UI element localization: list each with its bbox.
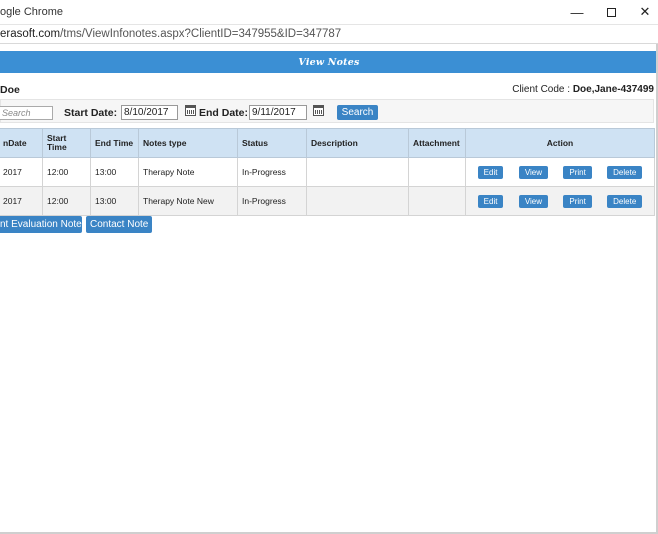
delete-button[interactable]: Delete — [607, 194, 643, 208]
edit-button[interactable]: Edit — [477, 194, 504, 208]
add-evaluation-note-button[interactable]: nt Evaluation Note — [0, 216, 82, 233]
url-host: erasoft.com — [0, 28, 61, 40]
view-button[interactable]: View — [518, 194, 549, 208]
client-name: Doe — [0, 84, 20, 96]
search-button[interactable]: Search — [337, 105, 378, 120]
client-code: Client Code : Doe,Jane-437499 — [512, 84, 654, 95]
start-date-field[interactable]: 8/10/2017 — [121, 105, 178, 120]
address-bar[interactable]: erasoft.com/tms/ViewInfonotes.aspx?Clien… — [0, 24, 658, 44]
cell-description — [306, 186, 409, 216]
search-input[interactable]: Search — [0, 106, 53, 120]
calendar-icon[interactable] — [185, 105, 196, 116]
client-code-label: Client Code : — [512, 84, 571, 95]
delete-button[interactable]: Delete — [607, 165, 643, 179]
add-contact-note-button[interactable]: Contact Note — [86, 216, 153, 233]
cell-date: 2017 — [0, 157, 43, 187]
cell-notes-type: Therapy Note New — [138, 186, 238, 216]
page-header: View Notes — [0, 51, 658, 73]
column-header-status[interactable]: Status — [237, 128, 307, 158]
cell-attachment — [408, 157, 466, 187]
page-title: View Notes — [298, 56, 360, 68]
end-date-field[interactable]: 9/11/2017 — [249, 105, 307, 120]
edit-button[interactable]: Edit — [477, 165, 504, 179]
end-date-label: End Date: — [199, 107, 249, 119]
notes-table: nDate Start Time End Time Notes type Sta… — [0, 128, 655, 216]
cell-end-time: 13:00 — [90, 157, 139, 187]
column-header-notes-type[interactable]: Notes type — [138, 128, 238, 158]
print-button[interactable]: Print — [563, 165, 592, 179]
url-path: /tms/ViewInfonotes.aspx?ClientID=347955&… — [60, 28, 342, 40]
close-icon[interactable]: ✕ — [628, 0, 658, 24]
filter-bar: Search Start Date: 8/10/2017 End Date: 9… — [0, 99, 654, 123]
table-header-row: nDate Start Time End Time Notes type Sta… — [0, 128, 655, 158]
window-title: ogle Chrome — [0, 6, 63, 18]
calendar-icon[interactable] — [313, 105, 324, 116]
start-date-label: Start Date: — [64, 107, 118, 119]
cell-notes-type: Therapy Note — [138, 157, 238, 187]
cell-description — [306, 157, 409, 187]
client-code-value: Doe,Jane-437499 — [572, 84, 654, 95]
cell-end-time: 13:00 — [90, 186, 139, 216]
cell-status: In-Progress — [237, 186, 307, 216]
column-header-start-time[interactable]: Start Time — [42, 128, 91, 158]
window-titlebar: ogle Chrome — ✕ — [0, 0, 658, 24]
column-header-attachment[interactable]: Attachment — [408, 128, 466, 158]
column-header-date[interactable]: nDate — [0, 128, 43, 158]
cell-actions: Edit View Print Delete — [465, 186, 655, 216]
maximize-icon[interactable] — [594, 0, 628, 24]
view-button[interactable]: View — [518, 165, 549, 179]
column-header-description[interactable]: Description — [306, 128, 409, 158]
cell-actions: Edit View Print Delete — [465, 157, 655, 187]
table-row: 2017 12:00 13:00 Therapy Note New In-Pro… — [0, 186, 655, 216]
column-header-end-time[interactable]: End Time — [90, 128, 139, 158]
column-header-action: Action — [465, 128, 655, 158]
cell-start-time: 12:00 — [42, 186, 91, 216]
cell-date: 2017 — [0, 186, 43, 216]
table-row: 2017 12:00 13:00 Therapy Note In-Progres… — [0, 157, 655, 187]
cell-start-time: 12:00 — [42, 157, 91, 187]
cell-attachment — [408, 186, 466, 216]
minimize-icon[interactable]: — — [560, 0, 594, 24]
url-text[interactable]: erasoft.com/tms/ViewInfonotes.aspx?Clien… — [0, 28, 341, 40]
cell-status: In-Progress — [237, 157, 307, 187]
print-button[interactable]: Print — [563, 194, 592, 208]
